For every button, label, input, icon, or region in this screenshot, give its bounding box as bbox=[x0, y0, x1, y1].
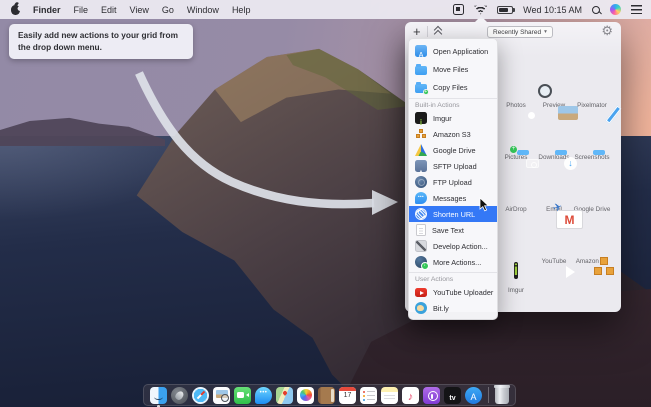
onboarding-tooltip: Easily add new actions to your grid from… bbox=[9, 24, 193, 59]
grid-item-amazon-s3[interactable]: Amazon S3 bbox=[573, 256, 611, 308]
develop-tool-icon bbox=[415, 240, 427, 252]
photos-dock-icon[interactable] bbox=[297, 387, 314, 404]
menubar-menu-file[interactable]: File bbox=[74, 5, 89, 15]
toolbar-divider bbox=[427, 26, 428, 37]
menu-item-copy-files[interactable]: + Copy Files bbox=[409, 78, 497, 96]
menu-item-develop-action[interactable]: Develop Action... bbox=[409, 238, 497, 254]
imgur-icon: i bbox=[415, 112, 427, 124]
add-action-button[interactable]: + bbox=[413, 25, 421, 38]
chevron-down-icon: ▾ bbox=[544, 29, 547, 35]
menu-item-shorten-url[interactable]: Shorten URL bbox=[409, 206, 497, 222]
menu-item-bitly[interactable]: Bit.ly bbox=[409, 300, 497, 316]
folder-plus-icon: + bbox=[415, 84, 427, 93]
battery-icon[interactable] bbox=[497, 6, 513, 14]
calendar-dock-icon[interactable]: 17 bbox=[339, 387, 356, 404]
maps-dock-icon[interactable] bbox=[276, 387, 293, 404]
imgur-icon: i bbox=[514, 262, 518, 279]
notification-center-icon[interactable] bbox=[631, 5, 642, 14]
music-dock-icon[interactable]: ♪ bbox=[402, 387, 419, 404]
text-document-icon bbox=[416, 224, 426, 236]
recently-shared-label: Recently Shared bbox=[493, 29, 541, 36]
menu-bar-status-area: Wed 10:15 AM bbox=[453, 4, 651, 15]
desktop: Finder File Edit View Go Window Help Wed… bbox=[0, 0, 651, 407]
menu-item-save-text[interactable]: Save Text bbox=[409, 222, 497, 238]
google-drive-icon bbox=[415, 144, 427, 156]
link-chain-icon bbox=[415, 208, 427, 220]
grid-item-youtube[interactable]: YouTube bbox=[535, 256, 573, 308]
menu-bar-left: Finder File Edit View Go Window Help bbox=[0, 5, 250, 15]
safari-dock-icon[interactable] bbox=[192, 387, 209, 404]
preview-dock-icon[interactable] bbox=[213, 387, 230, 404]
menu-item-amazon-s3[interactable]: Amazon S3 bbox=[409, 126, 497, 142]
menu-item-ftp-upload[interactable]: FTP Upload bbox=[409, 174, 497, 190]
dock-divider bbox=[488, 387, 489, 403]
apple-menu-icon[interactable] bbox=[11, 5, 20, 15]
messages-dock-icon[interactable] bbox=[255, 387, 272, 404]
menu-separator bbox=[409, 272, 497, 273]
apple-tv-dock-icon[interactable]: tv bbox=[444, 387, 461, 404]
reminders-dock-icon[interactable] bbox=[360, 387, 377, 404]
menu-item-open-application[interactable]: A Open Application bbox=[409, 42, 497, 60]
facetime-dock-icon[interactable] bbox=[234, 387, 251, 404]
bitly-icon bbox=[415, 302, 427, 314]
finder-dock-icon[interactable] bbox=[150, 387, 167, 404]
contacts-dock-icon[interactable] bbox=[318, 387, 335, 404]
menu-item-move-files[interactable]: Move Files bbox=[409, 60, 497, 78]
dock: 17 ♪ tv A bbox=[143, 384, 516, 406]
wifi-icon[interactable] bbox=[474, 5, 487, 15]
menu-item-sftp-upload[interactable]: SFTP Upload bbox=[409, 158, 497, 174]
grid-item-downloads[interactable]: ↓ Downloads bbox=[535, 152, 573, 204]
add-action-menu: A Open Application Move Files + Copy Fil… bbox=[408, 38, 498, 320]
section-header-user-actions: User Actions bbox=[409, 274, 497, 284]
launchpad-dock-icon[interactable] bbox=[171, 387, 188, 404]
menubar-clock[interactable]: Wed 10:15 AM bbox=[523, 5, 582, 15]
menubar-menu-edit[interactable]: Edit bbox=[101, 5, 117, 15]
podcasts-dock-icon[interactable] bbox=[423, 387, 440, 404]
menu-item-google-drive[interactable]: Google Drive bbox=[409, 142, 497, 158]
grid-item-photos[interactable]: Photos bbox=[497, 100, 535, 152]
menu-item-messages[interactable]: Messages bbox=[409, 190, 497, 206]
grid-item-pictures[interactable]: + Pictures bbox=[497, 152, 535, 204]
menu-item-youtube-uploader[interactable]: YouTube Uploader bbox=[409, 284, 497, 300]
spotlight-search-icon[interactable] bbox=[592, 6, 600, 14]
folder-icon bbox=[415, 66, 427, 75]
menu-separator bbox=[409, 98, 497, 99]
grid-item-pixelmator[interactable]: Pixelmator bbox=[573, 100, 611, 152]
grid-item-preview[interactable]: Preview bbox=[535, 100, 573, 152]
youtube-icon bbox=[415, 288, 427, 297]
menu-bar: Finder File Edit View Go Window Help Wed… bbox=[0, 0, 651, 19]
app-store-dock-icon[interactable]: A bbox=[465, 387, 482, 404]
amazon-s3-icon bbox=[415, 128, 427, 140]
notes-dock-icon[interactable] bbox=[381, 387, 398, 404]
dropshare-popover: + Recently Shared ▾ ⚙ Photos Preview Pix… bbox=[405, 22, 621, 312]
grid-item-email[interactable]: M✈ Email bbox=[535, 204, 573, 256]
recently-shared-dropdown[interactable]: Recently Shared ▾ bbox=[487, 26, 553, 38]
menubar-menu-go[interactable]: Go bbox=[162, 5, 174, 15]
settings-gear-icon[interactable]: ⚙ bbox=[601, 24, 613, 37]
section-header-built-in: Built-in Actions bbox=[409, 100, 497, 110]
application-icon: A bbox=[415, 45, 427, 57]
ftp-globe-icon bbox=[415, 176, 427, 188]
action-grid: Photos Preview Pixelmator + Pictures ↓ D… bbox=[497, 100, 615, 308]
sftp-icon bbox=[415, 160, 427, 172]
download-globe-icon bbox=[415, 256, 427, 268]
messages-bubble-icon bbox=[415, 192, 427, 204]
grid-item-screenshots[interactable]: Screenshots bbox=[573, 152, 611, 204]
siri-icon[interactable] bbox=[610, 4, 621, 15]
grid-item-imgur[interactable]: i Imgur bbox=[497, 256, 535, 308]
menubar-menu-finder[interactable]: Finder bbox=[33, 5, 61, 15]
menu-item-imgur[interactable]: i Imgur bbox=[409, 110, 497, 126]
menubar-menu-view[interactable]: View bbox=[130, 5, 149, 15]
trash-dock-icon[interactable] bbox=[495, 387, 509, 404]
menubar-menu-window[interactable]: Window bbox=[187, 5, 219, 15]
double-chevron-up-icon[interactable] bbox=[434, 27, 443, 36]
grid-item-airdrop[interactable]: AirDrop bbox=[497, 204, 535, 256]
menu-item-more-actions[interactable]: More Actions... bbox=[409, 254, 497, 270]
menubar-menu-help[interactable]: Help bbox=[232, 5, 251, 15]
dropshare-menubar-icon[interactable] bbox=[453, 4, 464, 15]
